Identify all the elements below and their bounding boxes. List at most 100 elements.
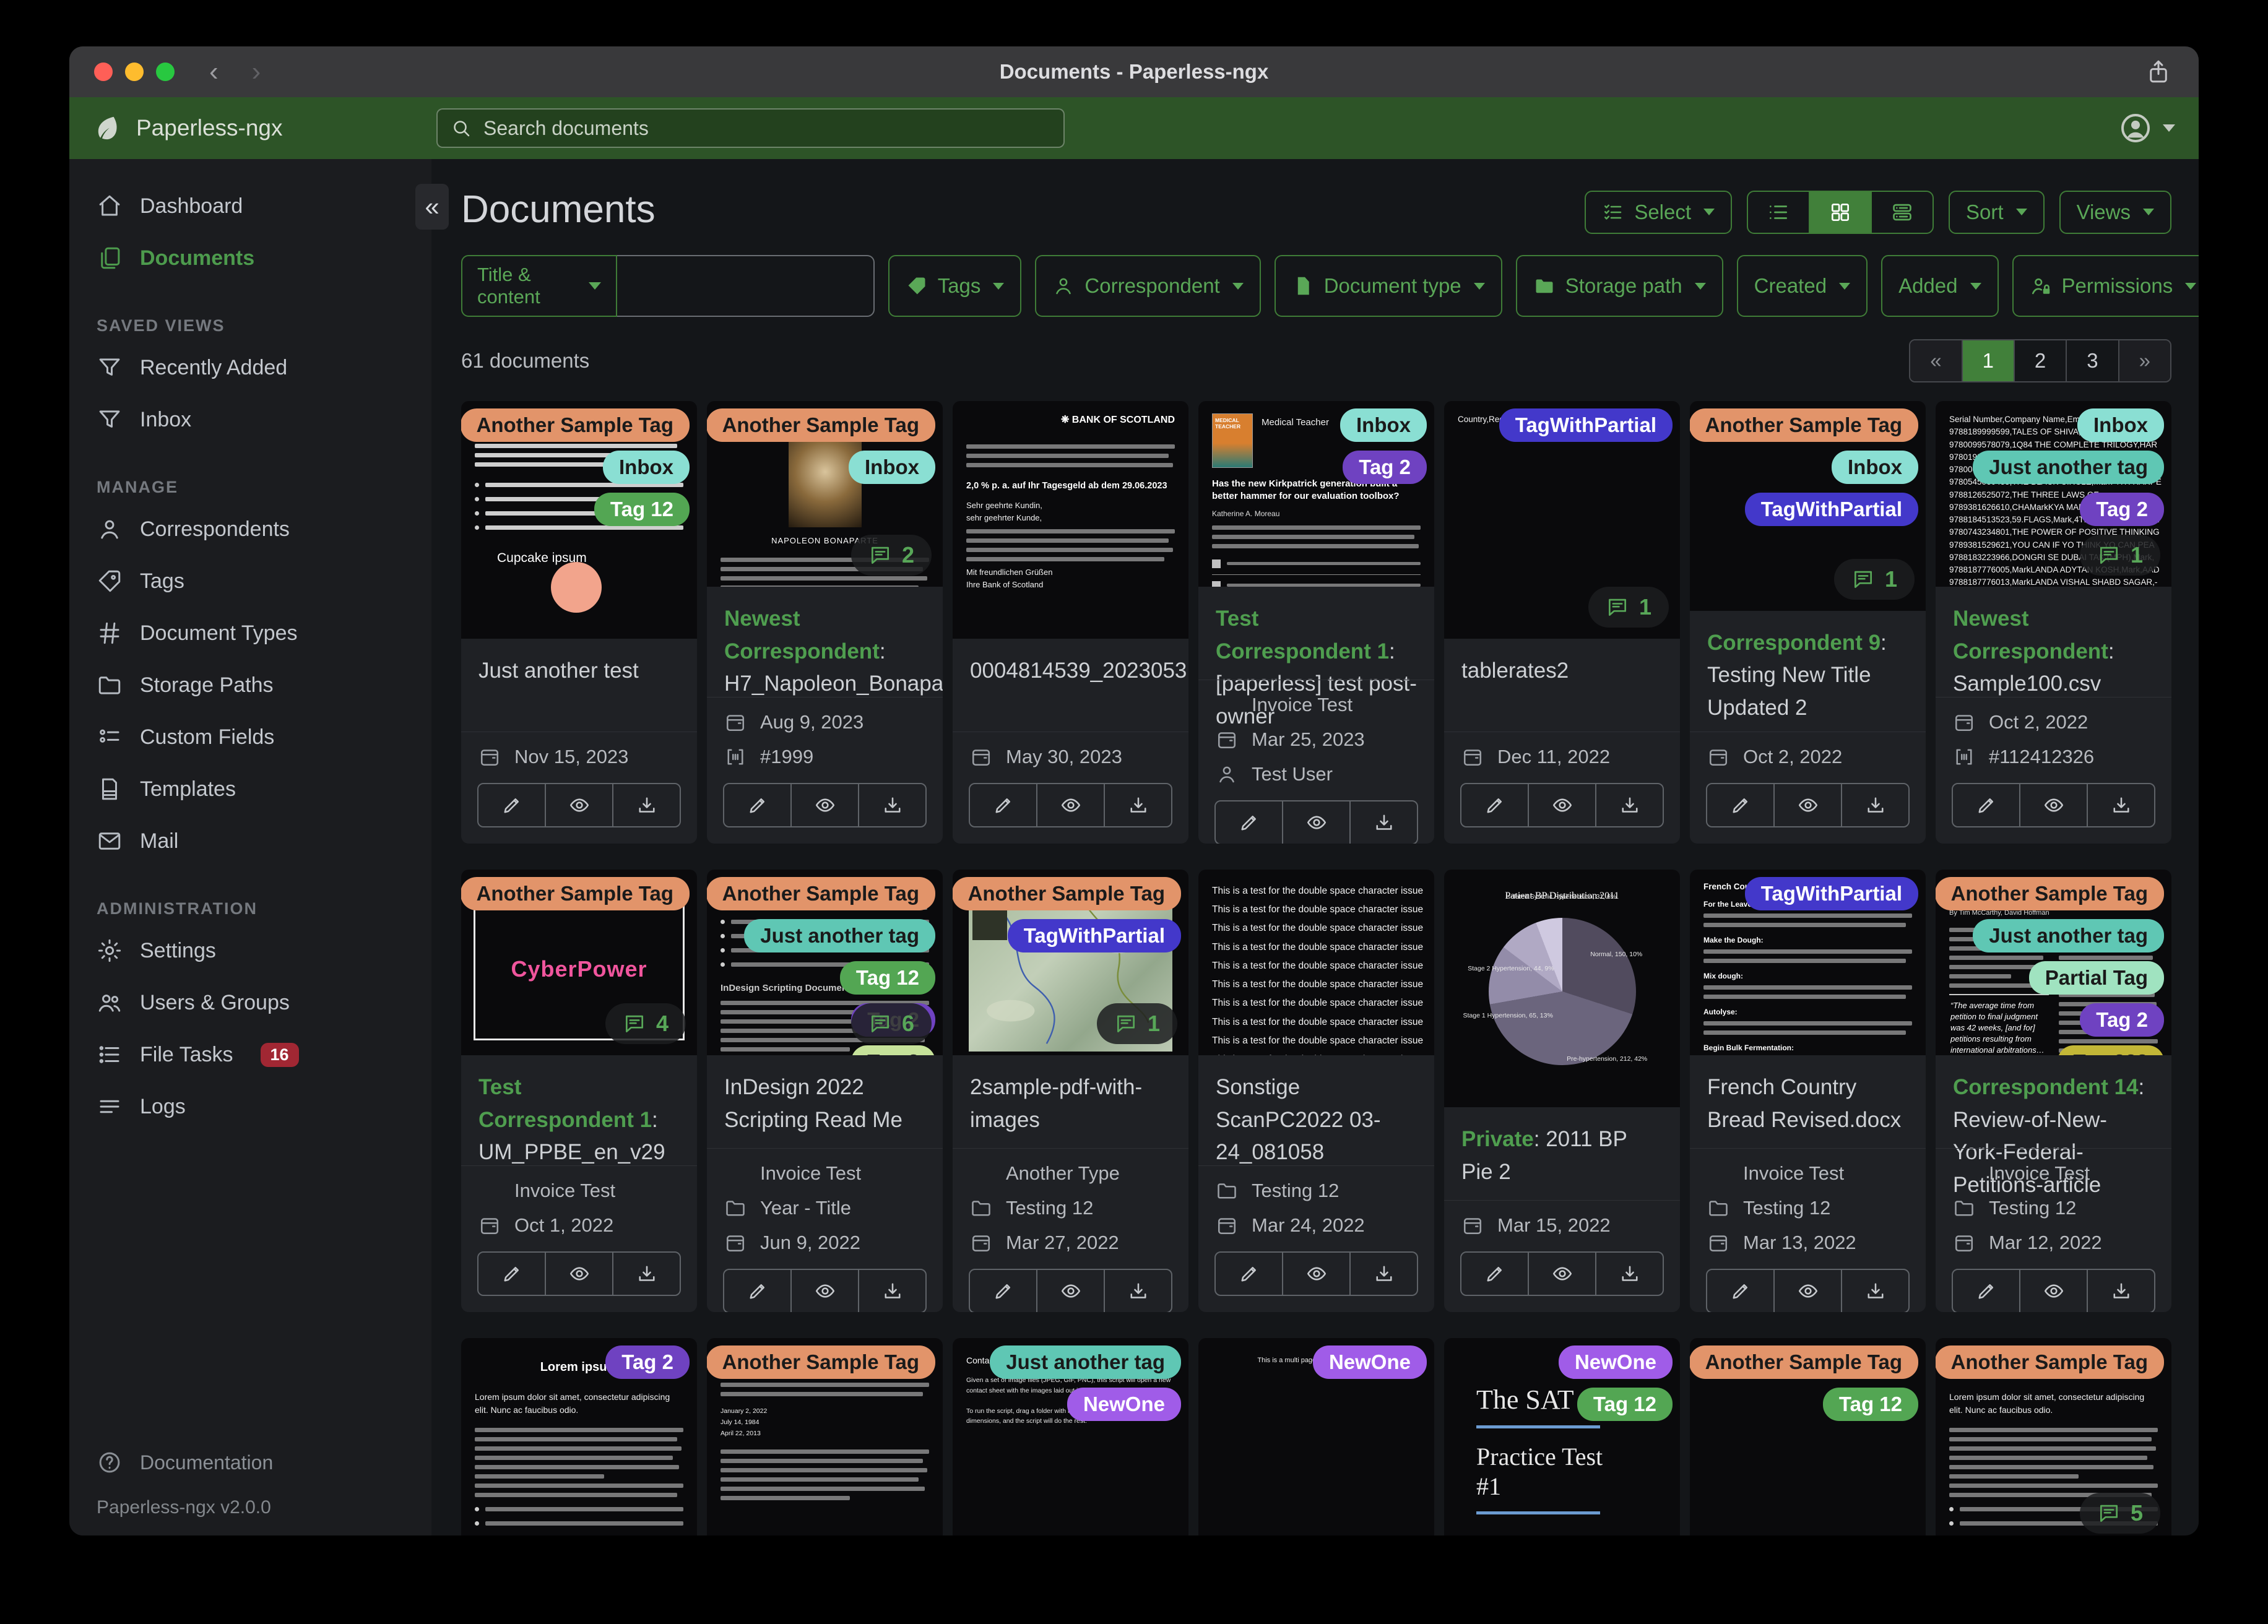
tag-newone[interactable]: NewOne [1067, 1388, 1181, 1421]
document-correspondent[interactable]: Test Correspondent 1 [478, 1075, 652, 1132]
document-thumbnail[interactable]: Patient BP Distribution 2011 Normal, 150,… [1444, 870, 1680, 1107]
document-title[interactable]: Test Correspondent 1: [paperless] test p… [1198, 587, 1434, 728]
pagination-first[interactable]: « [1910, 340, 1962, 381]
document-thumbnail[interactable]: This is a multi page document. Page 1.Ne… [1198, 1338, 1434, 1535]
edit-document-button[interactable] [1707, 1270, 1773, 1312]
tag-inbox[interactable]: Inbox [1832, 451, 1918, 484]
download-document-button[interactable] [612, 1253, 680, 1295]
document-card[interactable]: This is a multi page document. Page 1.Ne… [1198, 1338, 1434, 1535]
preview-document-button[interactable] [790, 1270, 858, 1312]
comment-count-badge[interactable]: 5 [2079, 1493, 2160, 1534]
minimize-window-button[interactable] [125, 63, 144, 81]
tag-tag-12[interactable]: Tag 12 [594, 493, 690, 526]
tag-another-sample-tag[interactable]: Another Sample Tag [707, 1345, 935, 1379]
preview-document-button[interactable] [1036, 1270, 1104, 1312]
tag-tagwithpartial[interactable]: TagWithPartial [1744, 493, 1918, 526]
download-document-button[interactable] [858, 784, 925, 826]
edit-document-button[interactable] [1953, 784, 2019, 826]
preview-document-button[interactable] [2019, 1270, 2087, 1312]
tag-just-another-tag[interactable]: Just another tag [1973, 919, 2164, 952]
select-button[interactable]: Select [1585, 190, 1733, 234]
sidebar-item-logs[interactable]: Logs [69, 1081, 431, 1133]
preview-document-button[interactable] [1282, 801, 1349, 844]
document-card[interactable]: CyberPowerPowerPanel® Business EditionUs… [461, 870, 697, 1312]
edit-document-button[interactable] [1461, 784, 1528, 826]
preview-document-button[interactable] [1773, 784, 1841, 826]
edit-document-button[interactable] [1953, 1270, 2019, 1312]
pagination-page-1[interactable]: 1 [1961, 340, 2014, 381]
tag-newone[interactable]: NewOne [1312, 1345, 1427, 1379]
edit-document-button[interactable] [970, 1270, 1036, 1312]
document-title[interactable]: 0004814539_20230531 [953, 639, 1188, 732]
views-button[interactable]: Views [2059, 190, 2171, 234]
filter-permissions-button[interactable]: Permissions [2012, 255, 2199, 317]
document-title[interactable]: Correspondent 14: Review-of-New-York-Fed… [1936, 1055, 2171, 1197]
edit-document-button[interactable] [1707, 784, 1773, 826]
document-thumbnail[interactable]: Serial Number,Company Name,Employe 978818… [1936, 401, 2171, 587]
document-correspondent[interactable]: Newest Correspondent [1953, 607, 2108, 663]
document-thumbnail[interactable]: Adobe Acrobat PDF FilesCupcake ipsumAnot… [461, 401, 697, 639]
sidebar-item-documents[interactable]: Documents [69, 232, 431, 284]
document-thumbnail[interactable]: MEDICAL TEACHER Medical Teacher Has the ne… [1198, 401, 1434, 587]
document-title[interactable]: French Country Bread Revised.docx [1690, 1055, 1926, 1148]
tag-tag-2[interactable]: Tag 2 [605, 1345, 690, 1379]
preview-document-button[interactable] [1528, 1253, 1595, 1295]
document-card[interactable]: MEDICAL TEACHER Medical Teacher Has the ne… [1198, 401, 1434, 844]
download-document-button[interactable] [1349, 801, 1417, 844]
sort-button[interactable]: Sort [1949, 190, 2045, 234]
document-title[interactable]: InDesign 2022 Scripting Read Me [707, 1055, 943, 1148]
tag-tagwithpartial[interactable]: TagWithPartial [1499, 408, 1673, 442]
edit-document-button[interactable] [724, 1270, 790, 1312]
title-content-dropdown[interactable]: Title & content [461, 255, 617, 317]
edit-document-button[interactable] [1216, 801, 1282, 844]
document-card[interactable]: one,1.0five,5.0Another Sample TagInboxTa… [1690, 401, 1926, 844]
document-card[interactable]: InDesign Scripting Documentation Another … [707, 870, 943, 1312]
document-thumbnail[interactable]: one,1.0five,5.0Another Sample TagInboxTa… [1690, 401, 1926, 611]
pagination-page-2[interactable]: 2 [2013, 340, 2066, 381]
edit-document-button[interactable] [1216, 1253, 1282, 1295]
tag-tag-222[interactable]: Tag 222 [2057, 1045, 2164, 1055]
document-thumbnail[interactable]: Francja pod rNAPOLEON BONAPARTEAnother S… [707, 401, 943, 587]
document-correspondent[interactable]: Newest Correspondent [724, 607, 880, 663]
tag-another-sample-tag[interactable]: Another Sample Tag [953, 877, 1181, 910]
share-icon[interactable] [2145, 59, 2171, 85]
document-card[interactable]: Patient BP Distribution 2011 Normal, 150,… [1444, 870, 1680, 1312]
sidebar-item-documentation[interactable]: Documentation [69, 1436, 431, 1488]
search-input[interactable]: Search documents [436, 108, 1065, 148]
document-title[interactable]: Newest Correspondent: Sample100.csv [1936, 587, 2171, 697]
document-card[interactable]: Boundary Waters TripAnother Sample TagTa… [953, 870, 1188, 1312]
preview-document-button[interactable] [2019, 784, 2087, 826]
document-correspondent[interactable]: Correspondent 14 [1953, 1075, 2139, 1099]
document-card[interactable]: Francja pod rNAPOLEON BONAPARTEAnother S… [707, 401, 943, 844]
sidebar-item-file-tasks[interactable]: File Tasks 16 [69, 1029, 431, 1081]
tag-another-sample-tag[interactable]: Another Sample Tag [707, 408, 935, 442]
edit-document-button[interactable] [970, 784, 1036, 826]
tag-just-another-tag[interactable]: Just another tag [990, 1345, 1181, 1379]
document-title[interactable]: Private: 2011 BP Pie 2 [1444, 1107, 1680, 1200]
sidebar-item-custom-fields[interactable]: Custom Fields [69, 711, 431, 763]
edit-document-button[interactable] [724, 784, 790, 826]
filter-correspondent-button[interactable]: Correspondent [1035, 255, 1261, 317]
document-thumbnail[interactable]: Country,Region/State,"TTagWithPartial1 [1444, 401, 1680, 639]
tag-tag-12[interactable]: Tag 12 [1822, 1388, 1918, 1421]
tag-just-another-tag[interactable]: Just another tag [744, 919, 935, 952]
download-document-button[interactable] [1595, 1253, 1663, 1295]
document-correspondent[interactable]: Private [1461, 1127, 1534, 1151]
edit-document-button[interactable] [1461, 1253, 1528, 1295]
tag-tagwithpartial[interactable]: TagWithPartial [1744, 877, 1918, 910]
sidebar-item-storage-paths[interactable]: Storage Paths [69, 659, 431, 711]
tag-another-sample-tag[interactable]: Another Sample Tag [461, 408, 690, 442]
browser-back-button[interactable]: ‹ [209, 56, 219, 87]
document-title[interactable]: Correspondent 9: Testing New Title Updat… [1690, 611, 1926, 732]
preview-document-button[interactable] [1773, 1270, 1841, 1312]
document-title[interactable]: Just another test [461, 639, 697, 732]
tag-tag-3[interactable]: Tag 3 [851, 1045, 935, 1055]
sidebar-item-recently-added[interactable]: Recently Added [69, 342, 431, 394]
comment-count-badge[interactable]: 1 [1833, 558, 1915, 600]
document-thumbnail[interactable]: This is a test for the double space char… [1198, 870, 1434, 1055]
preview-document-button[interactable] [790, 784, 858, 826]
document-thumbnail[interactable]: Contact Sheet DemoGiven a set of image f… [953, 1338, 1188, 1535]
download-document-button[interactable] [1841, 1270, 1908, 1312]
user-menu[interactable] [2118, 111, 2175, 145]
sidebar-item-mail[interactable]: Mail [69, 815, 431, 867]
